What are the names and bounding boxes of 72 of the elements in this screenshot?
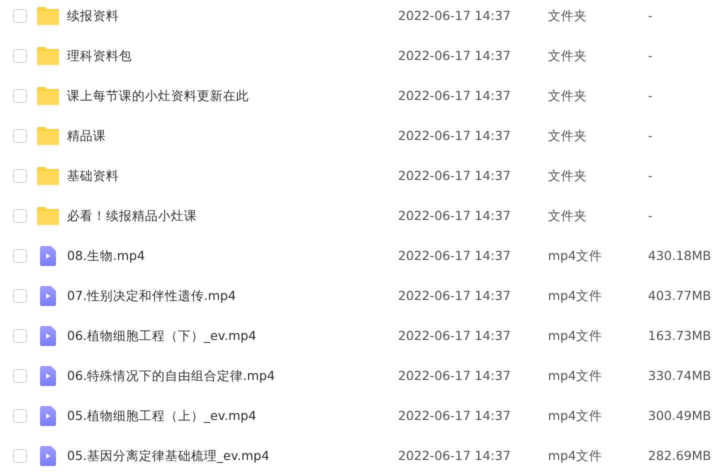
checkbox[interactable] [13,89,27,103]
file-name[interactable]: 课上每节课的小灶资料更新在此 [67,88,249,103]
file-name[interactable]: 理科资料包 [67,48,132,63]
file-size: 300.49MB [648,408,712,423]
modified-date: 2022-06-17 14:37 [398,8,511,23]
file-size: - [648,208,653,223]
file-name[interactable]: 06.特殊情况下的自由组合定律.mp4 [67,368,275,383]
video-file-icon [40,366,56,386]
modified-date: 2022-06-17 14:37 [398,448,511,463]
file-size: 282.69MB [648,448,712,463]
checkbox[interactable] [13,209,27,223]
folder-icon [37,7,59,25]
checkbox[interactable] [13,409,27,423]
checkbox[interactable] [13,249,27,263]
modified-date: 2022-06-17 14:37 [398,248,511,263]
file-name[interactable]: 05.植物细胞工程（上）_ev.mp4 [67,408,256,423]
file-type: mp4文件 [548,408,602,423]
video-file-icon [40,326,56,346]
video-file-icon [40,246,56,266]
file-name[interactable]: 06.植物细胞工程（下）_ev.mp4 [67,328,256,343]
file-size: - [648,88,653,103]
file-size: 430.18MB [648,248,712,263]
modified-date: 2022-06-17 14:37 [398,128,511,143]
file-name[interactable]: 续报资料 [67,8,119,23]
file-type: mp4文件 [548,288,602,303]
file-name[interactable]: 必看！续报精品小灶课 [67,208,197,223]
file-type: mp4文件 [548,368,602,383]
modified-date: 2022-06-17 14:37 [398,408,511,423]
file-type: 文件夹 [548,168,587,183]
modified-date: 2022-06-17 14:37 [398,208,511,223]
video-file-icon [40,446,56,466]
modified-date: 2022-06-17 14:37 [398,48,511,63]
file-type: 文件夹 [548,88,587,103]
modified-date: 2022-06-17 14:37 [398,328,511,343]
file-size: 330.74MB [648,368,712,383]
file-size: - [648,168,653,183]
file-name[interactable]: 05.基因分离定律基础梳理_ev.mp4 [67,448,270,463]
file-type: mp4文件 [548,248,602,263]
folder-icon [37,127,59,145]
checkbox[interactable] [13,49,27,63]
modified-date: 2022-06-17 14:37 [398,168,511,183]
file-name[interactable]: 基础资料 [67,168,119,183]
file-size: - [648,128,653,143]
file-size: 403.77MB [648,288,712,303]
file-type: 文件夹 [548,208,587,223]
checkbox[interactable] [13,9,27,23]
file-type: 文件夹 [548,8,587,23]
checkbox[interactable] [13,369,27,383]
file-type: mp4文件 [548,328,602,343]
checkbox[interactable] [13,329,27,343]
file-size: 163.73MB [648,328,712,343]
file-type: 文件夹 [548,48,587,63]
folder-icon [37,47,59,65]
checkbox[interactable] [13,449,27,463]
folder-icon [37,167,59,185]
file-type: mp4文件 [548,448,602,463]
modified-date: 2022-06-17 14:37 [398,88,511,103]
video-file-icon [40,286,56,306]
folder-icon [37,87,59,105]
checkbox[interactable] [13,169,27,183]
video-file-icon [40,406,56,426]
checkbox[interactable] [13,289,27,303]
file-name[interactable]: 精品课 [67,128,106,143]
modified-date: 2022-06-17 14:37 [398,368,511,383]
file-name[interactable]: 08.生物.mp4 [67,248,145,263]
file-size: - [648,48,653,63]
file-name[interactable]: 07.性别决定和伴性遗传.mp4 [67,288,236,303]
file-size: - [648,8,653,23]
file-type: 文件夹 [548,128,587,143]
checkbox[interactable] [13,129,27,143]
folder-icon [37,207,59,225]
modified-date: 2022-06-17 14:37 [398,288,511,303]
